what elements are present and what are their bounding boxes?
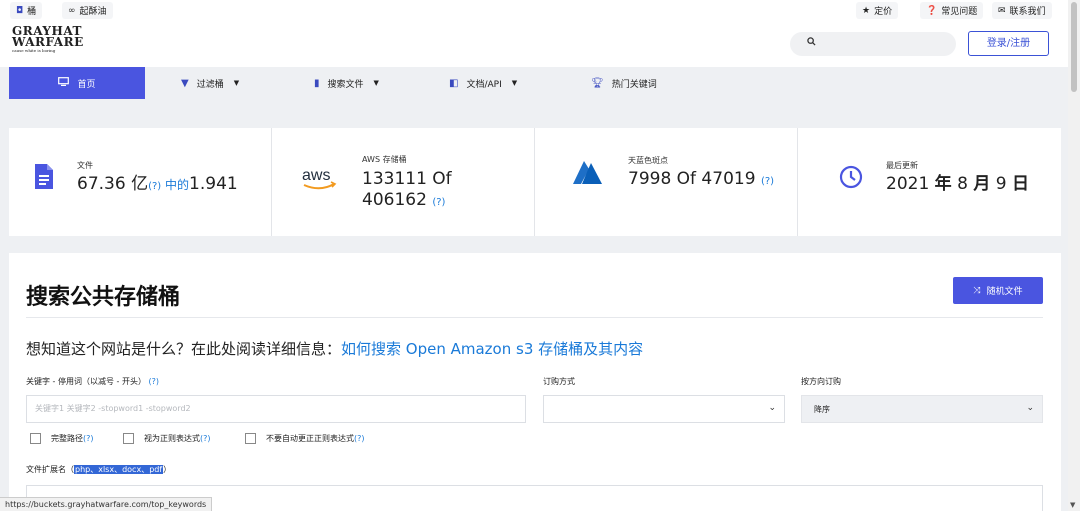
status-bar-url: https://buckets.grayhatwarfare.com/top_k…: [0, 497, 213, 511]
nav-top-keywords[interactable]: 🏆︎ 热门关键词: [591, 67, 657, 99]
chevron-down-icon: ▼: [373, 79, 379, 87]
no-autocorrect-regex-checkbox[interactable]: 不要自动更正正则表达式(?): [245, 433, 365, 444]
header: GRAYHAT WARFARE cause white is boring 登录…: [0, 22, 1068, 67]
link-icon: ∞: [68, 5, 76, 16]
page-title: 搜索公共存储桶: [26, 285, 181, 310]
shuffle-icon: ⤨: [973, 285, 981, 296]
divider: [26, 317, 1043, 318]
nav-filter-buckets[interactable]: ▼ 过滤桶 ▼: [181, 67, 239, 99]
checkbox-icon[interactable]: [123, 433, 134, 444]
scroll-down-arrow-icon[interactable]: ▼: [1070, 501, 1075, 509]
search-icon: [807, 37, 816, 49]
bucket-icon: ◘: [16, 5, 24, 16]
keywords-input[interactable]: 关键字1 关键字2 -stopword1 -stopword2: [26, 395, 526, 423]
search-input[interactable]: [790, 32, 956, 56]
full-path-checkbox[interactable]: 完整路径(?): [30, 433, 94, 444]
search-card: 搜索公共存储桶 ⤨ 随机文件 想知道这个网站是什么？在此处阅读详细信息：如何搜索…: [9, 253, 1061, 511]
faq-link[interactable]: ❓ 常见问题: [920, 2, 984, 19]
trophy-icon: 🏆︎: [591, 77, 604, 89]
svg-text:aws: aws: [302, 167, 330, 184]
main-nav: 首页 ▼ 过滤桶 ▼ ▮ 搜索文件 ▼ ◧ 文档/API ▼ 🏆︎ 热门关键词: [9, 67, 1061, 99]
scrollbar[interactable]: ▼: [1068, 0, 1080, 511]
file-extensions-label: 文件扩展名（php、xlsx、docx、pdf）: [26, 465, 172, 474]
order-by-select[interactable]: ⌄: [543, 395, 785, 423]
pricing-link[interactable]: ★ 定价: [856, 2, 899, 19]
chevron-down-icon: ▼: [511, 79, 518, 87]
nav-search-files[interactable]: ▮ 搜索文件 ▼: [314, 67, 379, 99]
shortener-link[interactable]: ∞ 起酥油: [62, 2, 113, 19]
top-bar: ◘ 桶 ∞ 起酥油 ★ 定价 ❓ 常见问题 ✉ 联系我们: [0, 0, 1068, 22]
mail-icon: ✉: [998, 5, 1006, 16]
login-button[interactable]: 登录/注册: [968, 31, 1049, 56]
how-to-link[interactable]: 如何搜索 Open Amazon s3 存储桶及其内容: [341, 340, 643, 358]
stats-panel: 文件 67.36 亿(?) 中的1.941 aws AWS 存储桶 133111…: [9, 128, 1061, 236]
book-icon: ◧: [449, 77, 459, 89]
random-file-button[interactable]: ⤨ 随机文件: [953, 277, 1043, 304]
order-by-label: 订购方式: [543, 377, 575, 386]
aws-logo-icon: aws: [302, 167, 337, 190]
document-icon: [33, 163, 55, 194]
checkbox-icon[interactable]: [30, 433, 41, 444]
nav-home[interactable]: 首页: [9, 67, 145, 99]
help-link[interactable]: (?): [761, 176, 774, 187]
buckets-link[interactable]: ◘ 桶: [10, 2, 43, 19]
help-link[interactable]: (?): [149, 377, 160, 386]
nav-docs-api[interactable]: ◧ 文档/API ▼: [449, 67, 517, 99]
stat-aws-buckets: aws AWS 存储桶 133111 Of 406162 (?): [272, 128, 535, 236]
order-direction-select[interactable]: 降序 ⌄: [801, 395, 1043, 423]
monitor-icon: [58, 77, 70, 89]
order-direction-label: 按方向订购: [801, 377, 841, 386]
chevron-down-icon: ▼: [233, 79, 240, 87]
help-link[interactable]: (?): [432, 197, 445, 208]
scrollbar-thumb[interactable]: [1071, 2, 1077, 92]
regex-checkbox[interactable]: 视为正则表达式(?): [123, 433, 211, 444]
keywords-label: 关键字 - 停用词（以减号 - 开头） (?): [26, 377, 160, 386]
stat-azure-blobs: 天蓝色斑点 7998 Of 47019 (?): [535, 128, 798, 236]
stat-files: 文件 67.36 亿(?) 中的1.941: [9, 128, 272, 236]
star-icon: ★: [862, 5, 871, 16]
question-icon: ❓: [926, 5, 938, 16]
chevron-down-icon: ⌄: [1026, 403, 1034, 413]
file-icon: ▮: [314, 77, 320, 89]
filter-icon: ▼: [181, 77, 189, 89]
info-question: 想知道这个网站是什么？在此处阅读详细信息：如何搜索 Open Amazon s3…: [26, 340, 644, 358]
clock-icon: [839, 165, 863, 189]
chevron-down-icon: ⌄: [768, 403, 776, 413]
help-link[interactable]: (?): [148, 181, 161, 192]
azure-logo-icon: [573, 161, 602, 184]
logo[interactable]: GRAYHAT WARFARE cause white is boring: [12, 25, 84, 53]
contact-link[interactable]: ✉ 联系我们: [992, 2, 1052, 19]
checkbox-icon[interactable]: [245, 433, 256, 444]
stat-last-updated: 最后更新 2021 年 8 月 9 日: [798, 128, 1061, 236]
